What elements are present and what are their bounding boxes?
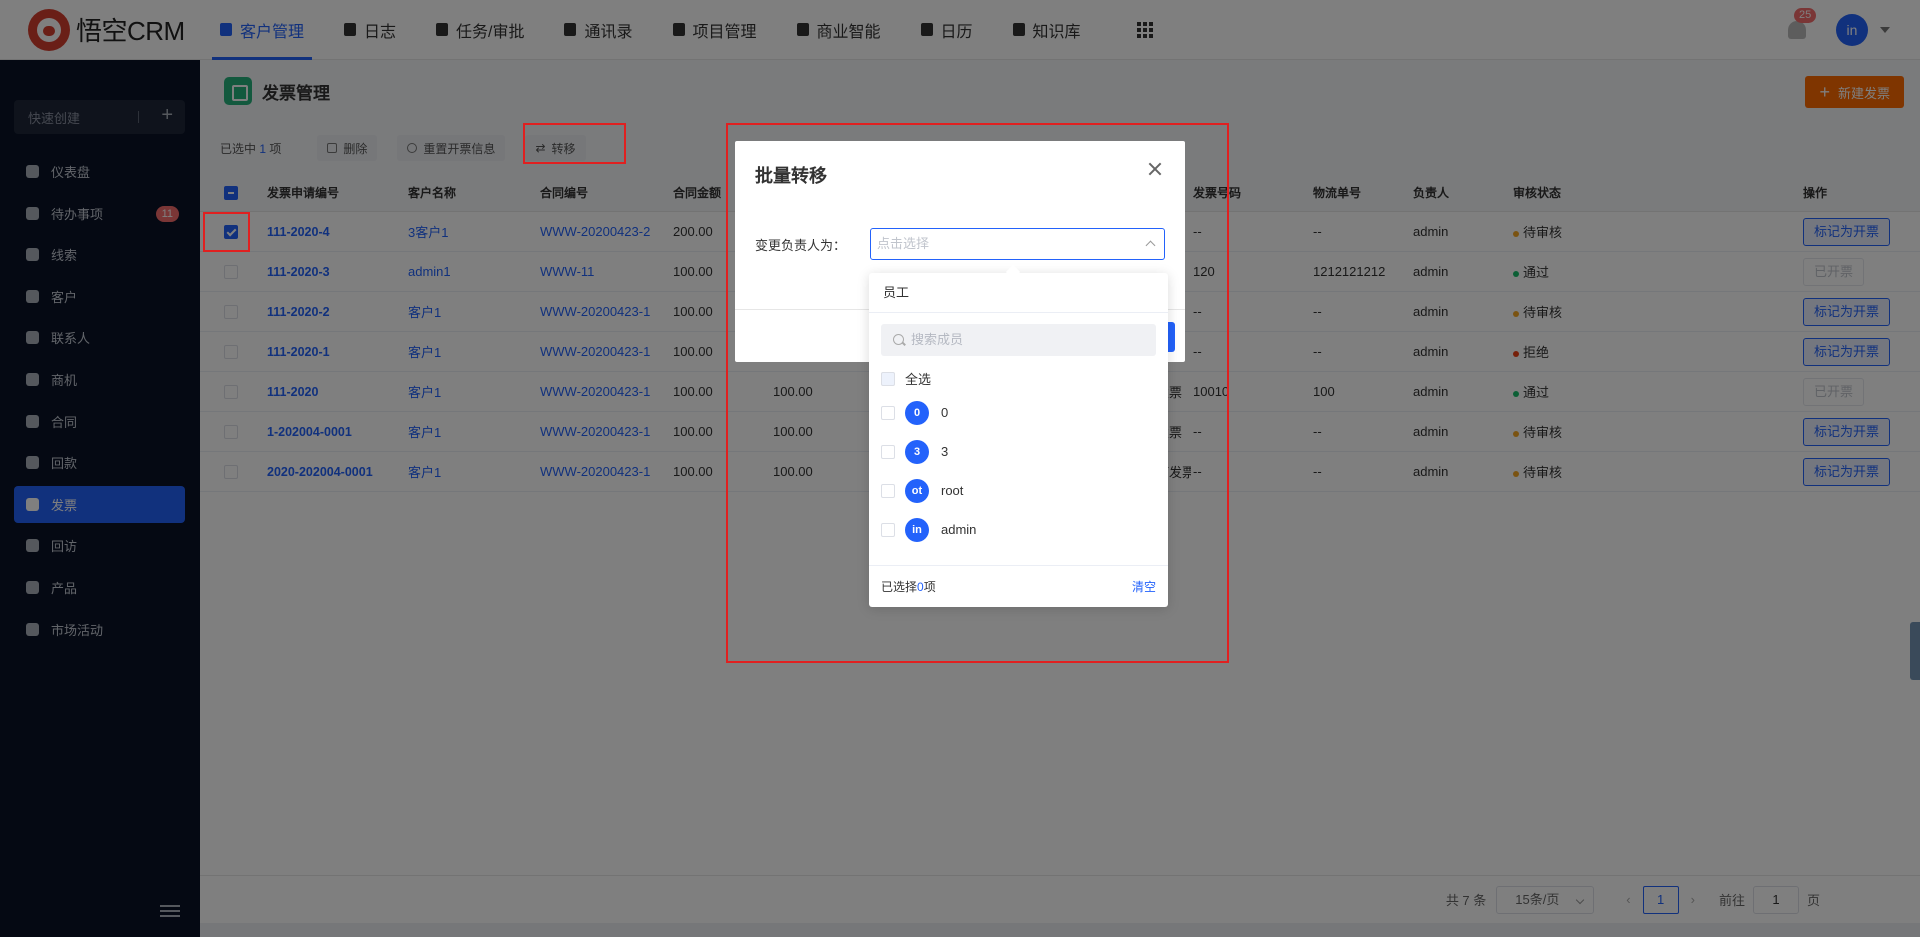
highlight-transfer-dialog (726, 123, 1229, 663)
highlight-transfer-button (523, 123, 626, 164)
highlight-row-checkbox (203, 212, 250, 252)
side-widget-handle[interactable] (1910, 622, 1920, 680)
